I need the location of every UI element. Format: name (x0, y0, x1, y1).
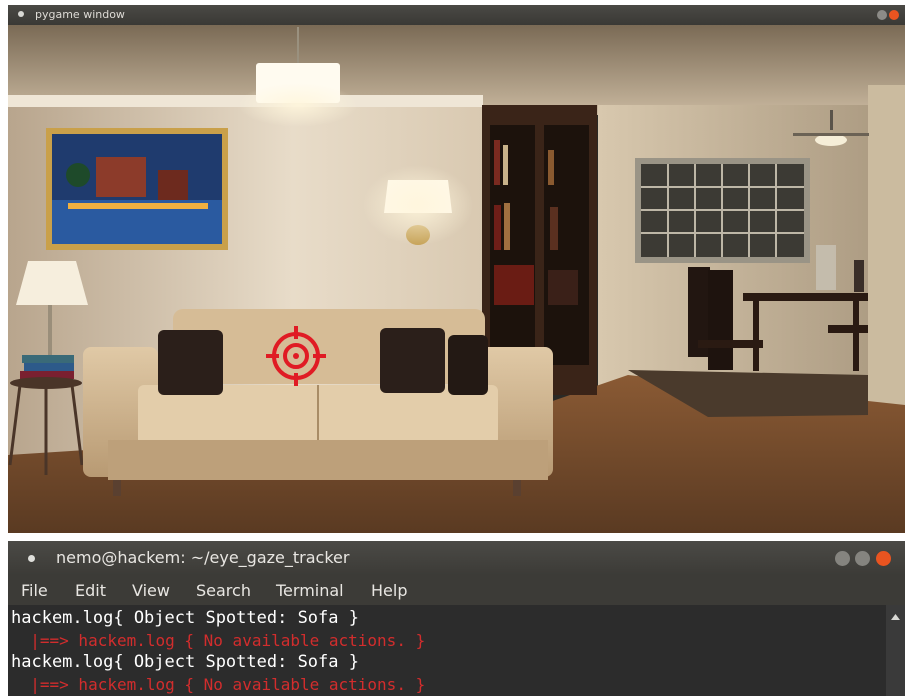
living-room-scene (8, 25, 905, 533)
window-menu-icon[interactable] (28, 555, 35, 562)
menu-search[interactable]: Search (196, 581, 251, 600)
minimize-icon[interactable] (835, 551, 850, 566)
minimize-icon[interactable] (877, 10, 887, 20)
pygame-window: pygame window (8, 5, 905, 533)
log-line: hackem.log{ Object Spotted: Sofa } (11, 652, 359, 672)
close-icon[interactable] (876, 551, 891, 566)
window-menu-icon[interactable] (18, 11, 24, 17)
terminal-scrollbar[interactable] (886, 605, 905, 696)
pygame-titlebar: pygame window (8, 5, 905, 25)
scroll-up-arrow-icon[interactable] (886, 610, 905, 624)
menu-help[interactable]: Help (371, 581, 407, 600)
terminal-titlebar: nemo@hackem: ~/eye_gaze_tracker (8, 541, 905, 575)
log-line-error: |==> hackem.log { No available actions. … (11, 631, 426, 650)
terminal-window: nemo@hackem: ~/eye_gaze_tracker File Edi… (8, 541, 905, 696)
close-icon[interactable] (889, 10, 899, 20)
terminal-output[interactable]: hackem.log{ Object Spotted: Sofa } |==> … (8, 605, 886, 696)
menu-terminal[interactable]: Terminal (276, 581, 344, 600)
menu-file[interactable]: File (21, 581, 48, 600)
pygame-window-title: pygame window (35, 8, 125, 21)
terminal-menubar: File Edit View Search Terminal Help (8, 575, 905, 605)
log-line: hackem.log{ Object Spotted: Sofa } (11, 608, 359, 628)
menu-edit[interactable]: Edit (75, 581, 106, 600)
maximize-icon[interactable] (855, 551, 870, 566)
menu-view[interactable]: View (132, 581, 170, 600)
log-line-error: |==> hackem.log { No available actions. … (11, 675, 426, 694)
terminal-title: nemo@hackem: ~/eye_gaze_tracker (56, 548, 350, 567)
